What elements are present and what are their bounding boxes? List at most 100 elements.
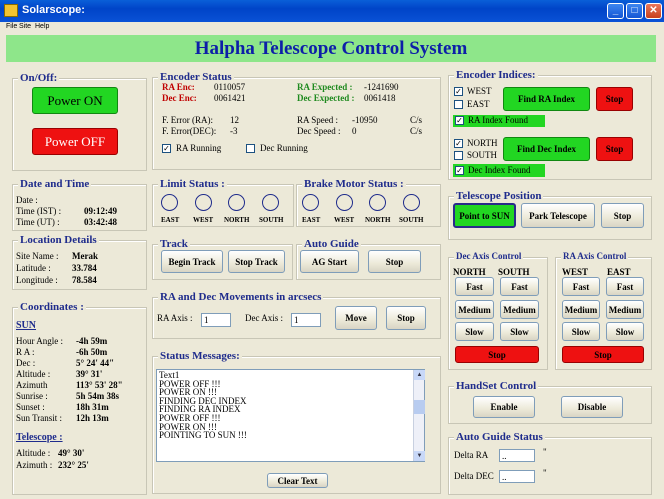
ra-east-fast-button[interactable]: Fast	[606, 277, 644, 296]
brake-west-indicator	[336, 194, 353, 211]
ra-speed-value: -10950	[352, 115, 378, 125]
site-label: Site Name :	[16, 251, 59, 261]
south-label: SOUTH	[467, 150, 498, 160]
delta-ra-unit: "	[543, 447, 547, 457]
azimuth-label: Azimuth	[16, 380, 48, 390]
dec-south-slow-button[interactable]: Slow	[500, 322, 539, 341]
ag-start-button[interactable]: AG Start	[300, 250, 359, 273]
datetime-title: Date and Time	[18, 178, 92, 190]
find-ra-index-label: Find RA Index	[517, 94, 576, 104]
track-title: Track	[158, 238, 190, 250]
find-ra-index-button[interactable]: Find RA Index	[503, 87, 590, 111]
dec-north-medium-button[interactable]: Medium	[455, 300, 494, 319]
date-label: Date :	[16, 195, 38, 205]
dec-axis-stop-button[interactable]: Stop	[455, 346, 539, 363]
menu-file[interactable]: File	[6, 23, 17, 30]
ra-expected-value: -1241690	[364, 82, 399, 92]
ag-stop-button[interactable]: Stop	[368, 250, 421, 273]
menu-help[interactable]: Help	[35, 23, 49, 30]
coordinates-title: Coordinates :	[18, 301, 86, 313]
north-checkbox[interactable]: ✓	[454, 139, 463, 148]
park-telescope-button[interactable]: Park Telescope	[521, 203, 595, 228]
limit-south-label: SOUTH	[259, 216, 284, 224]
ra-west-medium-button[interactable]: Medium	[562, 300, 600, 319]
dec-south-medium-button[interactable]: Medium	[500, 300, 539, 319]
ra-east-medium-button[interactable]: Medium	[606, 300, 644, 319]
tel-altitude-value: 49° 30'	[58, 448, 85, 458]
longitude-value: 78.584	[72, 275, 97, 285]
status-messages-box[interactable]: Text1 POWER OFF !!! POWER ON !!! FINDING…	[156, 369, 425, 462]
dec-north-slow-label: Slow	[465, 326, 484, 337]
ferror-dec-value: -3	[230, 126, 238, 136]
dec-label: Dec :	[16, 358, 36, 368]
dec-index-stop-button[interactable]: Stop	[596, 137, 633, 161]
dec-expected-label: Dec Expected :	[297, 93, 355, 103]
movements-title: RA and Dec Movements in arcsecs	[158, 291, 324, 303]
sunset-value: 18h 31m	[76, 402, 109, 412]
power-off-button[interactable]: Power OFF	[32, 128, 118, 155]
sunrise-value: 5h 54m 38s	[76, 391, 120, 401]
move-button[interactable]: Move	[335, 306, 377, 330]
scroll-down-icon[interactable]: ▼	[414, 451, 425, 461]
scroll-up-icon[interactable]: ▲	[414, 370, 425, 380]
dec-index-found-checkbox[interactable]: ✓	[455, 166, 464, 175]
dec-south-slow-label: Slow	[510, 326, 529, 337]
find-dec-index-button[interactable]: Find Dec Index	[503, 137, 590, 161]
move-label: Move	[345, 313, 367, 323]
position-stop-button[interactable]: Stop	[601, 203, 644, 228]
ra-axis-input[interactable]: 1	[201, 313, 231, 327]
dec-south-fast-button[interactable]: Fast	[500, 277, 539, 296]
app-icon	[4, 4, 18, 17]
ra-east-medium-label: Medium	[608, 304, 642, 315]
ra-running-checkbox[interactable]: ✓	[162, 144, 171, 153]
dec-running-checkbox[interactable]	[246, 144, 255, 153]
menu-site[interactable]: Site	[19, 23, 31, 30]
point-to-sun-button[interactable]: Point to SUN	[453, 203, 516, 228]
telescope-position-title: Telescope Position	[454, 190, 544, 202]
north-label: NORTH	[467, 138, 498, 148]
ra-index-stop-button[interactable]: Stop	[596, 87, 633, 111]
limit-west-label: WEST	[193, 216, 214, 224]
clear-text-button[interactable]: Clear Text	[267, 473, 328, 488]
tel-altitude-label: Altitude :	[16, 448, 51, 458]
handset-enable-button[interactable]: Enable	[473, 396, 535, 418]
handset-enable-label: Enable	[490, 402, 518, 412]
altitude-label: Altitude :	[16, 369, 51, 379]
ra-west-slow-button[interactable]: Slow	[562, 322, 600, 341]
ra-west-fast-button[interactable]: Fast	[562, 277, 600, 296]
south-checkbox[interactable]	[454, 151, 463, 160]
find-dec-index-label: Find Dec Index	[516, 144, 576, 154]
ra-index-found-checkbox[interactable]: ✓	[455, 116, 464, 125]
handset-disable-button[interactable]: Disable	[561, 396, 623, 418]
west-checkbox[interactable]: ✓	[454, 87, 463, 96]
begin-track-button[interactable]: Begin Track	[161, 250, 223, 273]
west-label: WEST	[467, 86, 492, 96]
ag-start-label: AG Start	[311, 256, 348, 267]
ra-west-fast-label: Fast	[572, 281, 590, 292]
maximize-icon[interactable]: □	[626, 3, 643, 19]
close-icon[interactable]: ✕	[645, 3, 662, 19]
ut-label: Time (UT) :	[16, 217, 60, 227]
stop-track-button[interactable]: Stop Track	[228, 250, 285, 273]
dec-north-slow-button[interactable]: Slow	[455, 322, 494, 341]
ra-index-found-label: RA Index Found	[468, 115, 529, 125]
autoguide-title: Auto Guide	[302, 238, 361, 250]
ra-axis-stop-button[interactable]: Stop	[562, 346, 644, 363]
encoder-indices-title: Encoder Indices:	[454, 69, 538, 81]
east-checkbox[interactable]	[454, 100, 463, 109]
dec-axis-input[interactable]: 1	[291, 313, 321, 327]
brake-north-indicator	[369, 194, 386, 211]
scroll-thumb[interactable]	[414, 400, 425, 414]
dec-north-fast-button[interactable]: Fast	[455, 277, 494, 296]
movement-stop-button[interactable]: Stop	[386, 306, 426, 330]
movement-stop-label: Stop	[397, 313, 415, 323]
minimize-icon[interactable]: _	[607, 3, 624, 19]
tel-azimuth-label: Azimuth :	[16, 460, 53, 470]
status-scrollbar[interactable]: ▲ ▼	[413, 370, 425, 461]
power-on-button[interactable]: Power ON	[32, 87, 118, 114]
ut-value: 03:42:48	[84, 217, 117, 227]
ra-east-slow-button[interactable]: Slow	[606, 322, 644, 341]
dec-index-found-indicator: ✓ Dec Index Found	[453, 164, 545, 177]
telescope-title: Telescope :	[16, 432, 63, 443]
dec-axis-title: Dec Axis Control	[454, 251, 524, 261]
